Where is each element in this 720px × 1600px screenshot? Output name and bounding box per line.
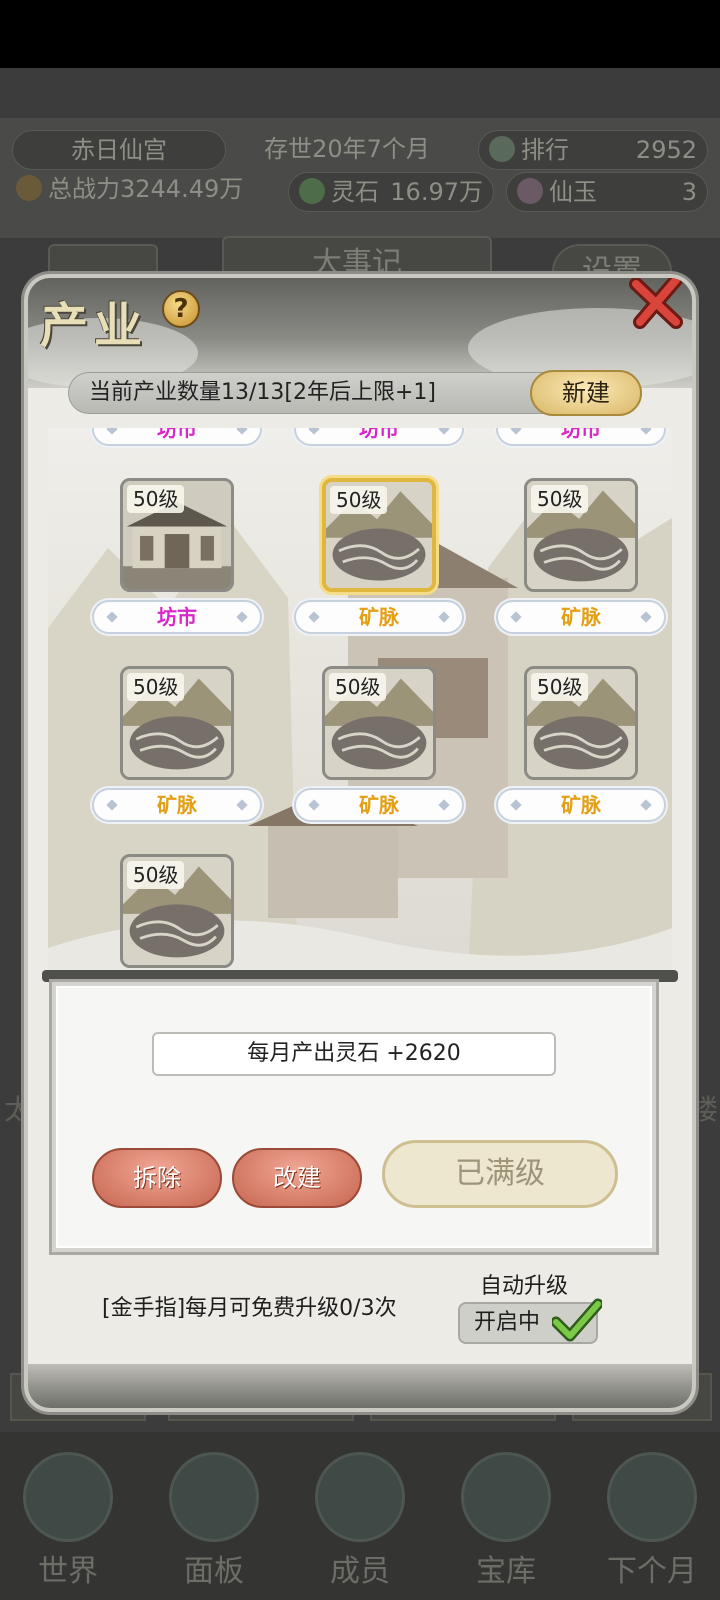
- golden-finger-text: [金手指]每月可免费升级0/3次: [102, 1296, 397, 1321]
- type-label: 矿脉: [496, 788, 666, 822]
- right-side-char: 楼: [690, 1093, 719, 1126]
- total-power: 总战力3244.49万: [6, 170, 276, 210]
- jade-value: 3: [681, 178, 697, 206]
- mine-thumbnail-selected[interactable]: 50级: [322, 478, 436, 592]
- monthly-output: 每月产出灵石 +2620: [152, 1032, 556, 1076]
- industry-slot[interactable]: 50级: [511, 478, 651, 592]
- panel-divider: [42, 970, 678, 982]
- nav-treasury-label: 宝库: [476, 1554, 536, 1589]
- rank-pill: 排行 2952: [478, 130, 708, 170]
- nav-next-month-label: 下个月: [607, 1554, 697, 1589]
- type-label: 矿脉: [496, 600, 666, 634]
- nav-members-label: 成员: [330, 1554, 390, 1589]
- rank-icon: [489, 136, 515, 162]
- type-label: 矿脉: [92, 788, 262, 822]
- level-tag: 50级: [329, 673, 387, 701]
- industry-dialog: 产业 ? 当前产业数量13/13[2年后上限+1] 新建 坊市 坊市 坊市 50…: [28, 278, 692, 1408]
- level-tag: 50级: [531, 673, 589, 701]
- rank-label: 排行: [521, 136, 569, 164]
- industry-slot[interactable]: 50级: [107, 666, 247, 780]
- nav-next-month: 下个月: [592, 1452, 712, 1590]
- industry-slot[interactable]: 50级: [107, 854, 247, 968]
- dialog-title: 产业: [40, 298, 149, 354]
- nav-panel: 面板: [154, 1452, 274, 1590]
- auto-upgrade-label: 自动升级: [480, 1274, 569, 1299]
- type-label: 矿脉: [294, 600, 464, 634]
- nav-treasury: 宝库: [446, 1452, 566, 1590]
- industry-info-panel: 每月产出灵石 +2620 拆除 改建 已满级: [52, 982, 656, 1252]
- spirit-stone-icon: [299, 178, 325, 204]
- mine-thumbnail[interactable]: 50级: [322, 666, 436, 780]
- rebuild-button[interactable]: 改建: [232, 1148, 362, 1208]
- type-label-partial: 坊市: [496, 428, 666, 446]
- help-icon[interactable]: ?: [162, 290, 200, 328]
- sect-name: 赤日仙宫: [71, 136, 167, 164]
- next-month-icon: [607, 1452, 697, 1542]
- auto-upgrade-state: 开启中: [474, 1310, 541, 1335]
- members-icon: [315, 1452, 405, 1542]
- auto-upgrade-toggle[interactable]: 开启中: [458, 1298, 602, 1344]
- type-label-partial: 坊市: [294, 428, 464, 446]
- market-thumbnail[interactable]: 50级: [120, 478, 234, 592]
- rank-value: 2952: [635, 136, 697, 164]
- treasury-icon: [461, 1452, 551, 1542]
- jade-icon: [517, 178, 543, 204]
- mine-thumbnail[interactable]: 50级: [524, 478, 638, 592]
- sect-name-pill: 赤日仙宫: [12, 130, 226, 170]
- level-tag: 50级: [127, 485, 185, 513]
- sect-age-text: 存世20年7个月: [264, 135, 430, 163]
- nav-world-label: 世界: [38, 1554, 98, 1589]
- type-label: 坊市: [92, 600, 262, 634]
- total-power-text: 总战力3244.49万: [48, 175, 244, 203]
- industry-grid[interactable]: 坊市 坊市 坊市 50级 坊市 50级 矿脉 50级 矿脉 50级 矿脉 50级…: [48, 428, 672, 976]
- industry-slot[interactable]: 50级: [309, 478, 449, 592]
- jade-pill: 仙玉 3: [506, 172, 708, 212]
- spirit-stone-pill: 灵石 16.97万: [288, 172, 494, 212]
- mine-thumbnail[interactable]: 50级: [120, 666, 234, 780]
- power-icon: [16, 175, 42, 201]
- level-tag: 50级: [330, 486, 388, 514]
- panel-icon: [169, 1452, 259, 1542]
- check-icon: [552, 1298, 602, 1342]
- demolish-button[interactable]: 拆除: [92, 1148, 222, 1208]
- mine-thumbnail[interactable]: 50级: [120, 854, 234, 968]
- close-icon[interactable]: [626, 278, 690, 334]
- status-bar: [0, 0, 720, 68]
- nav-panel-label: 面板: [184, 1554, 244, 1589]
- jade-label: 仙玉: [549, 178, 597, 206]
- type-label: 矿脉: [294, 788, 464, 822]
- industry-slot[interactable]: 50级: [511, 666, 651, 780]
- max-level-button[interactable]: 已满级: [382, 1140, 618, 1208]
- level-tag: 50级: [127, 861, 185, 889]
- industry-slot[interactable]: 50级: [309, 666, 449, 780]
- world-icon: [23, 1452, 113, 1542]
- sect-age: 存世20年7个月: [232, 130, 462, 170]
- industry-count-text: 当前产业数量13/13[2年后上限+1]: [89, 380, 436, 405]
- mine-thumbnail[interactable]: 50级: [524, 666, 638, 780]
- events-tab-label: 大事记: [312, 246, 402, 281]
- new-build-button[interactable]: 新建: [530, 370, 642, 416]
- level-tag: 50级: [127, 673, 185, 701]
- spirit-stone-value: 16.97万: [390, 178, 483, 206]
- industry-slot[interactable]: 50级: [107, 478, 247, 592]
- level-tag: 50级: [531, 485, 589, 513]
- nav-members: 成员: [300, 1452, 420, 1590]
- spirit-stone-label: 灵石: [331, 178, 379, 206]
- bottom-nav: 世界 面板 成员 宝库 下个月: [0, 1432, 720, 1600]
- nav-world: 世界: [8, 1452, 128, 1590]
- type-label-partial: 坊市: [92, 428, 262, 446]
- dialog-footer: [28, 1364, 692, 1408]
